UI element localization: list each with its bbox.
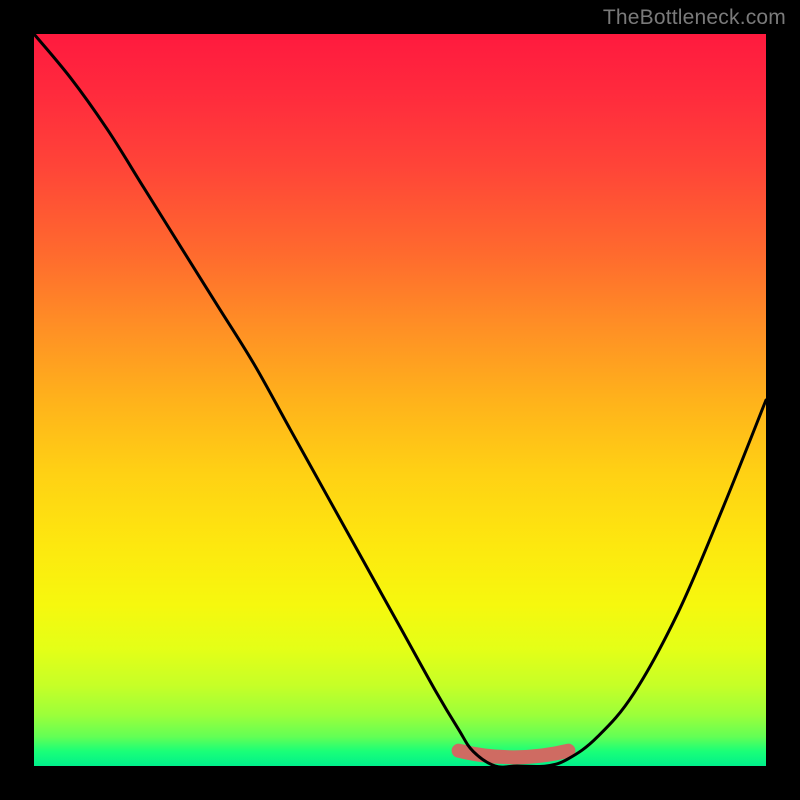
- watermark-text: TheBottleneck.com: [603, 6, 786, 30]
- bottleneck-curve: [34, 34, 766, 766]
- plot-area: [34, 34, 766, 766]
- curve-layer: [34, 34, 766, 766]
- chart-frame: TheBottleneck.com: [0, 0, 800, 800]
